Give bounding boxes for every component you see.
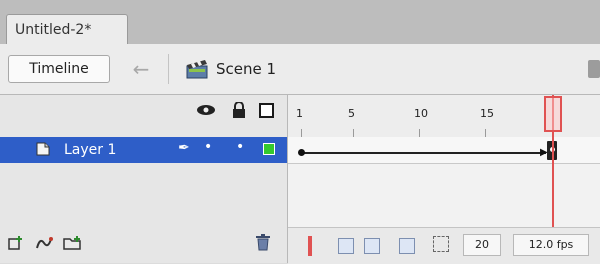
frame-rate-field[interactable]: 12.0 fps bbox=[513, 234, 589, 256]
outline-icon[interactable] bbox=[259, 103, 274, 118]
timeline-status-bar: 20 12.0 fps bbox=[288, 227, 600, 264]
center-frame-icon[interactable] bbox=[308, 236, 312, 256]
insert-layer-icon[interactable] bbox=[6, 233, 26, 253]
pencil-icon: ✒ bbox=[178, 140, 190, 156]
layer-outline-color[interactable] bbox=[263, 143, 275, 155]
onion-skin-outlines-icon[interactable] bbox=[364, 238, 380, 254]
arrow-left-icon[interactable]: ← bbox=[124, 54, 158, 84]
clapperboard-icon bbox=[186, 60, 208, 79]
timeline-toolbar: Timeline ← Scene 1 bbox=[0, 44, 600, 95]
ruler-tick bbox=[301, 129, 302, 137]
timeline-button[interactable]: Timeline bbox=[8, 55, 110, 83]
edit-multiple-frames-icon[interactable] bbox=[399, 238, 415, 254]
add-motion-guide-icon[interactable] bbox=[34, 233, 54, 253]
ruler-label: 10 bbox=[414, 107, 428, 120]
layer-visible-marker[interactable]: • bbox=[204, 139, 212, 155]
ruler-tick bbox=[485, 129, 486, 137]
eye-icon[interactable] bbox=[196, 103, 216, 117]
layer-page-icon bbox=[36, 142, 50, 156]
ruler-label: 5 bbox=[348, 107, 355, 120]
modify-onion-markers-icon[interactable] bbox=[433, 236, 449, 252]
layer-tools-bar bbox=[0, 227, 287, 263]
start-keyframe[interactable] bbox=[298, 149, 305, 156]
layer-name[interactable]: Layer 1 bbox=[64, 141, 116, 159]
trash-icon[interactable] bbox=[255, 233, 271, 251]
onion-skin-icon[interactable] bbox=[338, 238, 354, 254]
layer-lock-marker[interactable]: • bbox=[236, 139, 244, 155]
ruler-label: 15 bbox=[480, 107, 494, 120]
ruler-tick bbox=[353, 129, 354, 137]
motion-tween-line bbox=[302, 152, 546, 154]
ruler-label: 1 bbox=[296, 107, 303, 120]
playhead[interactable] bbox=[544, 96, 562, 132]
edit-symbols-icon[interactable] bbox=[588, 60, 600, 78]
insert-folder-icon[interactable] bbox=[62, 233, 82, 253]
current-frame-field[interactable]: 20 bbox=[463, 234, 501, 256]
document-tab[interactable]: Untitled-2* bbox=[6, 14, 128, 44]
lock-icon[interactable] bbox=[232, 102, 246, 118]
toolbar-separator bbox=[168, 54, 169, 84]
ruler-tick bbox=[419, 129, 420, 137]
scene-label[interactable]: Scene 1 bbox=[216, 57, 276, 81]
layer-panel: Layer 1 ✒ • • bbox=[0, 95, 287, 263]
layer-row[interactable]: Layer 1 ✒ • • bbox=[0, 137, 287, 163]
timeline-frames-area[interactable]: 1 5 10 15 ▶ 20 12.0 fps bbox=[287, 95, 600, 264]
document-tab-strip: Untitled-2* bbox=[0, 0, 600, 44]
